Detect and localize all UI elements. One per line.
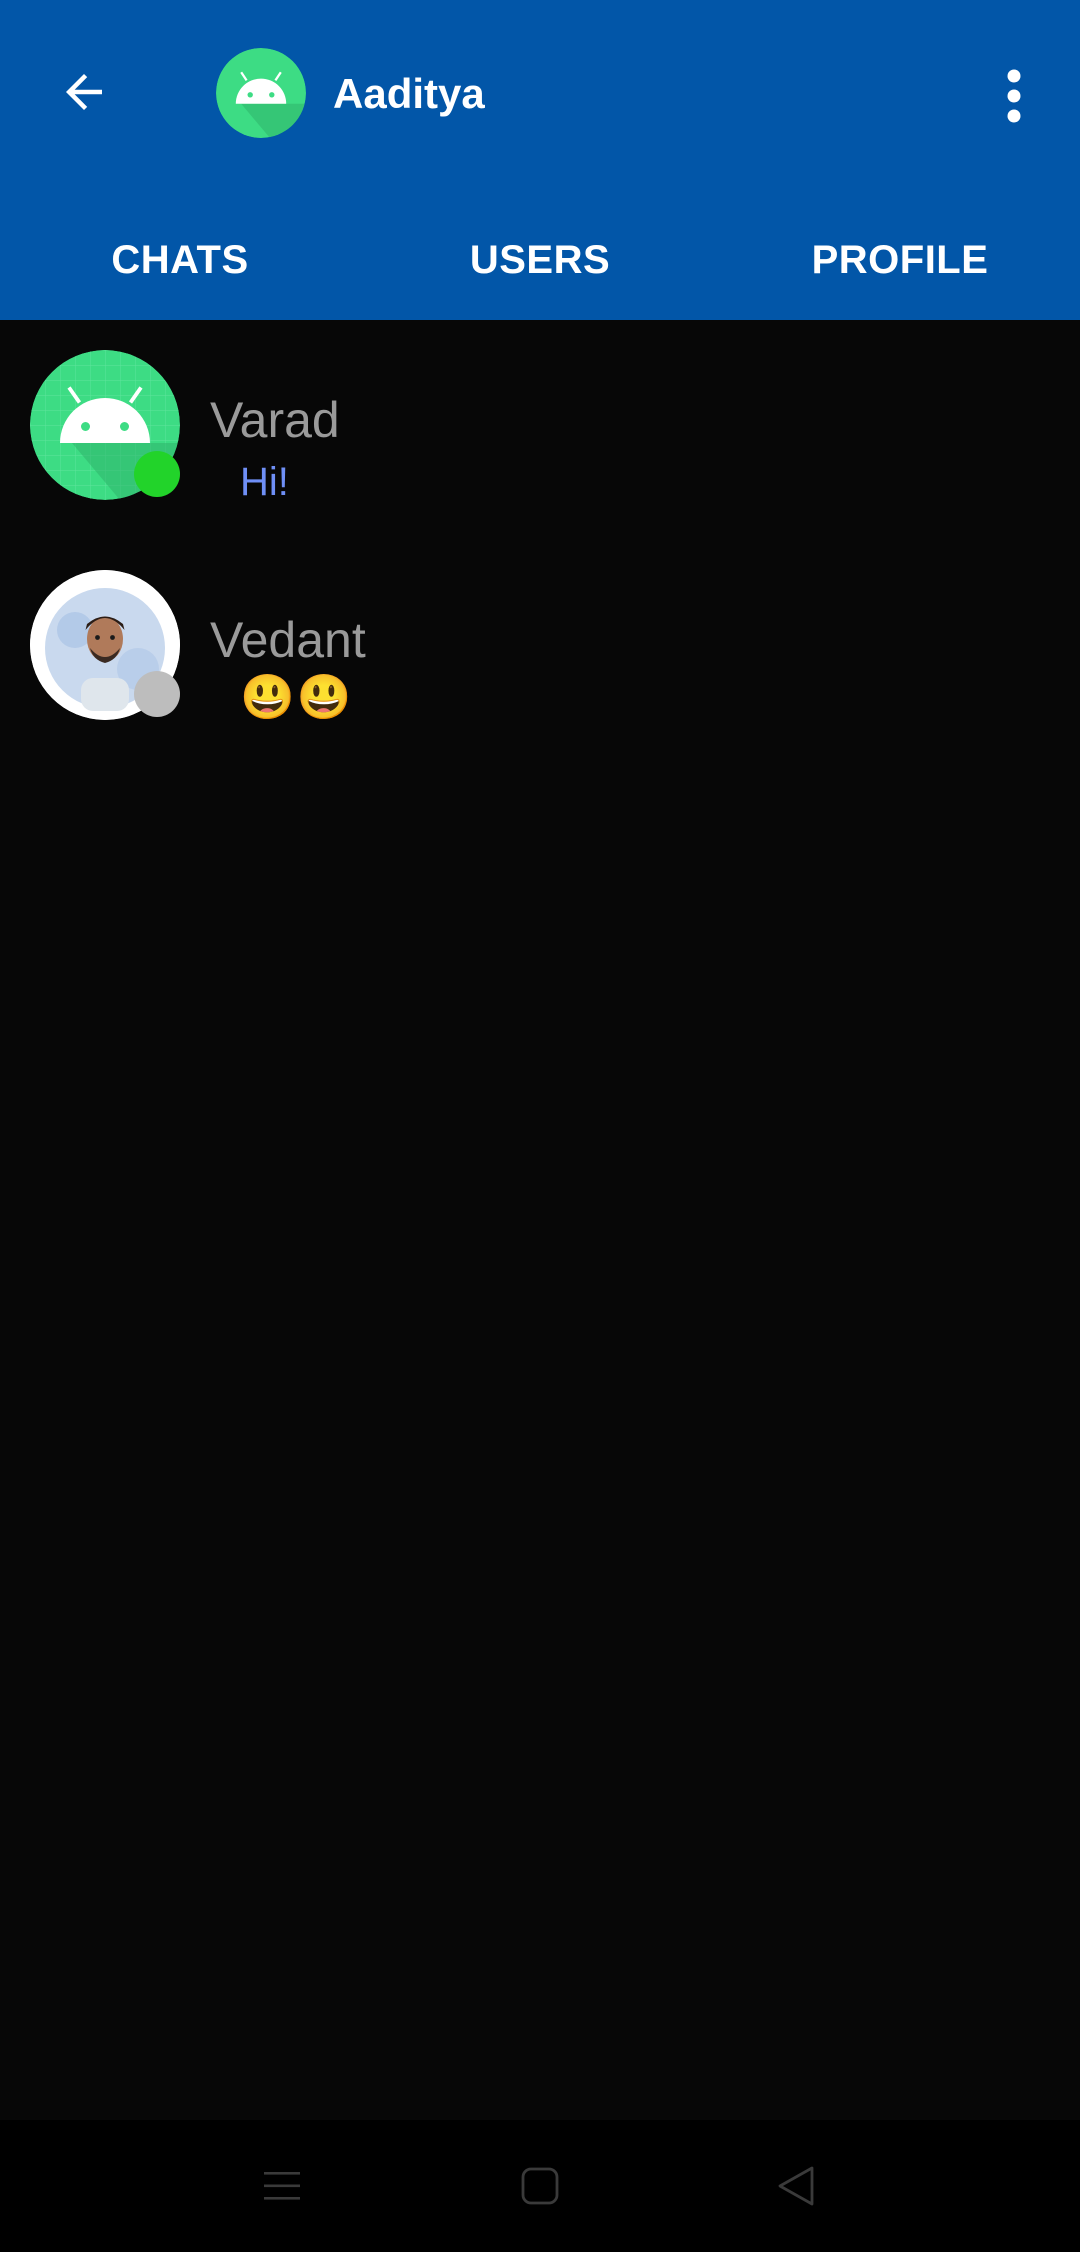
- tab-users[interactable]: USERS: [360, 200, 720, 320]
- tab-bar: CHATS USERS PROFILE: [0, 200, 1080, 320]
- back-button[interactable]: [44, 52, 124, 132]
- chat-last-message: 😃😃: [240, 673, 354, 722]
- back-triangle-icon: [778, 2166, 814, 2206]
- arrow-left-icon: [66, 74, 102, 110]
- online-status-dot: [134, 451, 180, 497]
- header-avatar[interactable]: [216, 48, 306, 138]
- system-back-button[interactable]: [746, 2140, 846, 2232]
- home-square-icon: [521, 2167, 559, 2205]
- more-options-button[interactable]: [990, 56, 1038, 136]
- android-avatar-icon: [216, 48, 306, 138]
- chat-last-message: Hi!: [240, 460, 289, 504]
- recent-apps-button[interactable]: [232, 2140, 332, 2232]
- app-bar: Aaditya CHATS USERS PROFILE: [0, 0, 1080, 320]
- home-button[interactable]: [490, 2140, 590, 2232]
- chat-name: Varad: [210, 392, 340, 448]
- system-nav-bar: [0, 2120, 1080, 2252]
- chat-row-varad[interactable]: Varad Hi!: [0, 320, 1080, 540]
- header-title: Aaditya: [333, 70, 485, 117]
- more-vert-icon: [1007, 69, 1021, 123]
- tab-profile[interactable]: PROFILE: [720, 200, 1080, 320]
- app-screen: Aaditya CHATS USERS PROFILE Varad Hi! Ve…: [0, 0, 1080, 2252]
- menu-icon: [264, 2172, 300, 2200]
- tab-chats[interactable]: CHATS: [0, 200, 360, 320]
- chat-list: Varad Hi! Vedant 😃😃: [0, 320, 1080, 760]
- offline-status-dot: [134, 671, 180, 717]
- chat-name: Vedant: [210, 612, 366, 668]
- chat-row-vedant[interactable]: Vedant 😃😃: [0, 540, 1080, 760]
